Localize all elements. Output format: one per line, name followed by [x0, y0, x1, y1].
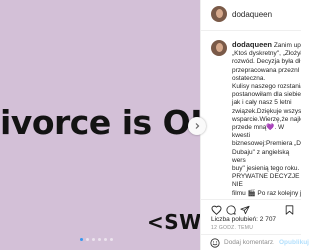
caption-body: Zanim up „Ktoś dyskretny", „Złożył rozwó…: [232, 42, 301, 198]
caption-section: dodaqueen Zanim up „Ktoś dyskretny", „Zł…: [201, 32, 301, 198]
carousel-next-button[interactable]: [188, 117, 206, 135]
carousel-dot-active: [80, 238, 83, 241]
post-image: ivorce is OK. <SWIPE: [0, 0, 200, 250]
carousel-dot: [92, 238, 95, 241]
bookmark-icon: [285, 205, 293, 215]
comment-icon: [226, 205, 236, 215]
heart-icon: [210, 205, 222, 215]
caption-text: dodaqueen Zanim up „Ktoś dyskretny", „Zł…: [232, 40, 301, 198]
save-button[interactable]: [283, 204, 295, 216]
post-header: dodaqueen: [201, 0, 301, 31]
like-button[interactable]: [210, 204, 222, 216]
likes-count[interactable]: Liczba polubień: 2 707: [211, 216, 276, 223]
swipe-label: <SWIPE: [147, 210, 200, 234]
comment-button[interactable]: [225, 204, 237, 216]
post-date[interactable]: 12 GODZ. TEMU: [211, 225, 253, 231]
post-comment-button[interactable]: Opublikuj: [279, 239, 309, 246]
carousel-dot: [98, 238, 101, 241]
carousel-dot: [110, 238, 113, 241]
caption-avatar[interactable]: [211, 40, 227, 56]
post-sidebar: dodaqueen dodaqueen Zanim up „Ktoś dyskr…: [200, 0, 309, 251]
header-username[interactable]: dodaqueen: [232, 10, 272, 19]
caption-username[interactable]: dodaqueen: [232, 40, 272, 49]
share-button[interactable]: [239, 204, 251, 216]
carousel-dots: [80, 238, 113, 241]
comment-input[interactable]: [224, 239, 274, 246]
carousel-dot: [104, 238, 107, 241]
post-headline: ivorce is OK.: [0, 103, 200, 142]
carousel-dot: [86, 238, 89, 241]
comment-bar: Opublikuj: [201, 234, 309, 251]
emoji-icon[interactable]: [210, 238, 220, 248]
share-icon: [240, 205, 250, 215]
avatar[interactable]: [211, 6, 227, 22]
chevron-right-icon: [195, 123, 200, 129]
